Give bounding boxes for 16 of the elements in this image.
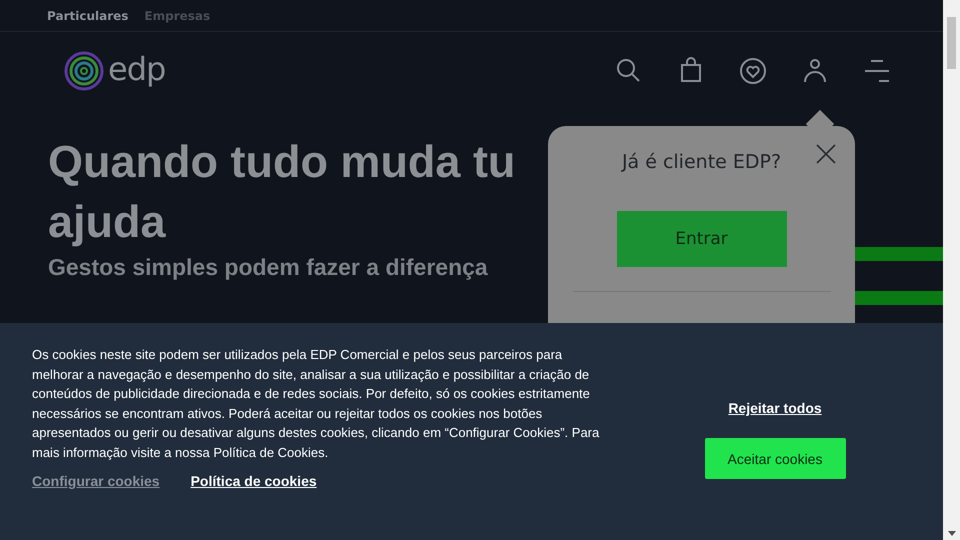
scrollbar-thumb[interactable] — [947, 17, 956, 69]
hero-title: ajuda — [48, 195, 166, 249]
close-icon[interactable] — [815, 143, 837, 165]
settings-link[interactable]: Configurar cookies — [32, 473, 160, 489]
accept-cookies-button[interactable]: Aceitar cookies — [704, 438, 846, 479]
popup-title: Já é cliente EDP? — [622, 151, 782, 173]
login-button[interactable]: Entrar — [616, 211, 786, 267]
logo-icon — [64, 51, 104, 91]
hero-subtitle: Gestos simples podem fazer a diferença — [48, 253, 488, 282]
reject-all-link[interactable]: Rejeitar todos — [728, 400, 822, 416]
hero-title: Quando tudo muda tu — [48, 135, 516, 189]
segment-tab[interactable]: Particulares — [47, 8, 128, 22]
policy-link[interactable]: Política de cookies — [190, 473, 317, 489]
cookie-notice: Os cookies neste site podem ser utilizados pela EDP Comercial e pelos seus parceiros para melhorar a navegação e desempenho do site, analisar a sua utilização e possibilitar a criação de conteúdos de publicidade direcionada e de redes sociais. Por defeito, só os cookies estritamente necessários se encontram ativos. Poderá aceitar ou rejeitar todos os cookies nos botões apresentados ou gerir ou desativar alguns destes cookies, clicando em “Configurar Cookies”. Para mais informação visite a nossa Política de Cookies. — [32, 346, 600, 462]
logo-text: edp — [108, 50, 166, 88]
scroll-down-icon[interactable] — [948, 531, 956, 536]
